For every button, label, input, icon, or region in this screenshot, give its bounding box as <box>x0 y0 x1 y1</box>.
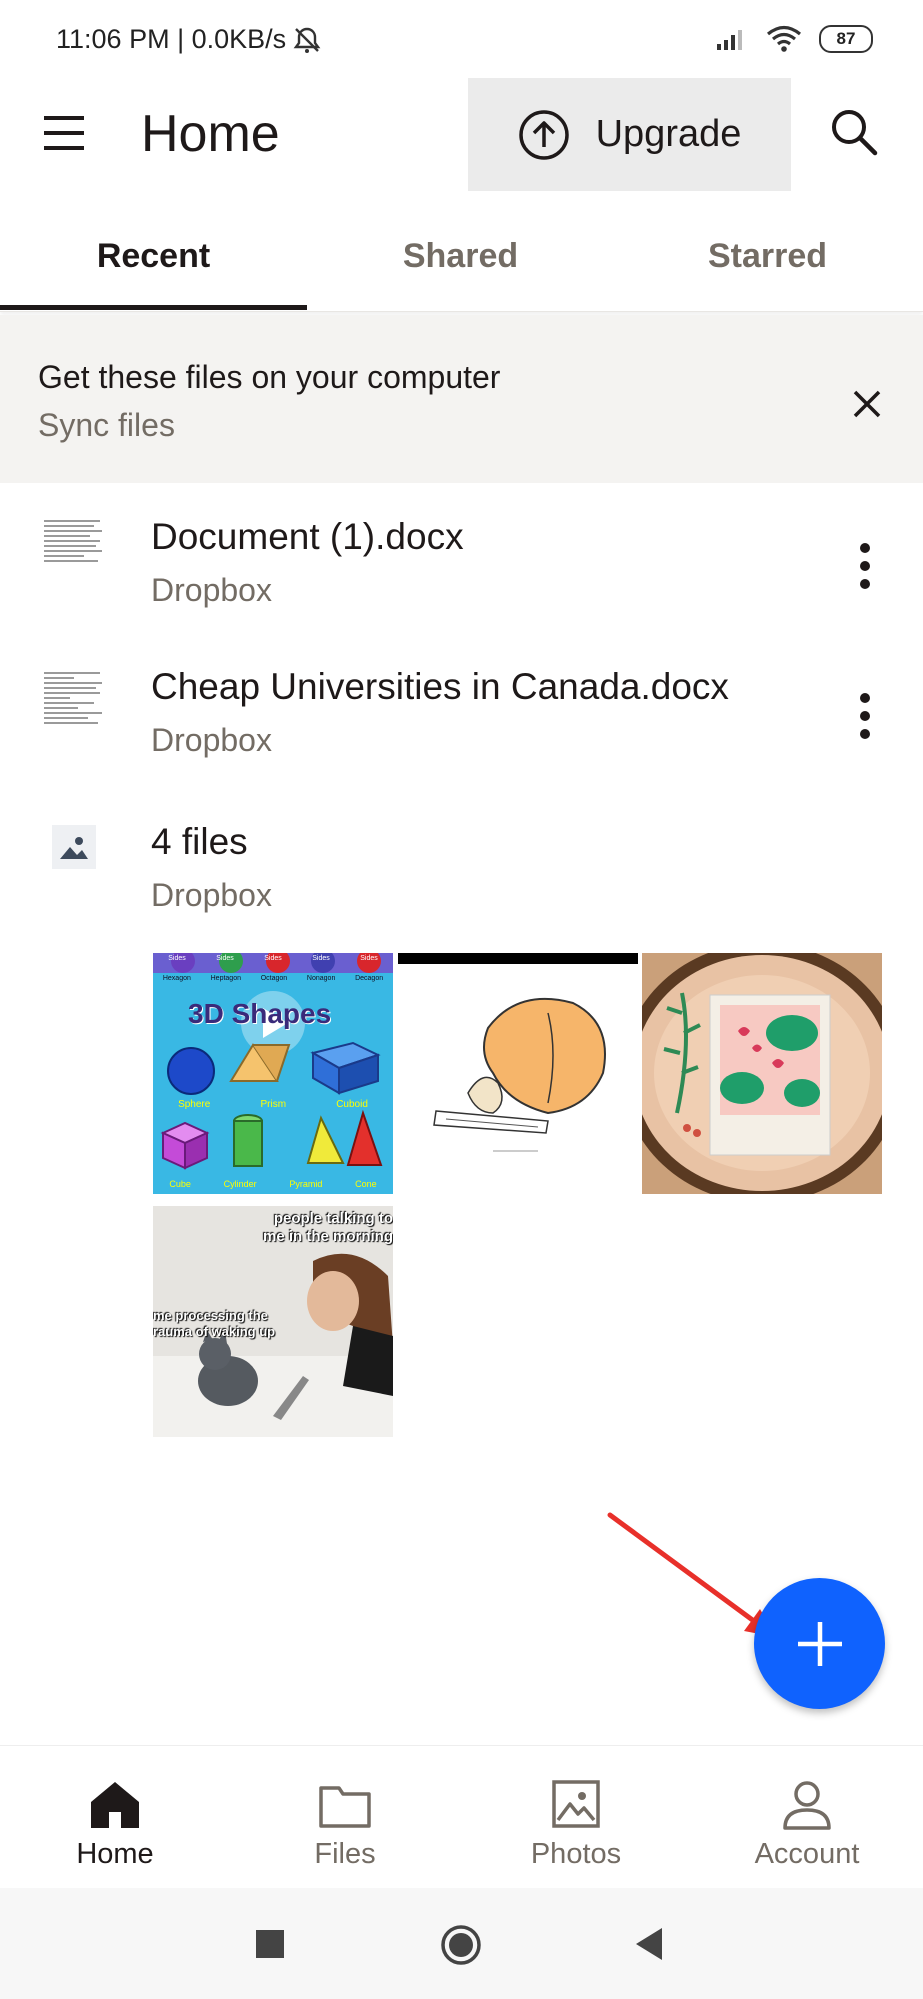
nav-label: Photos <box>530 1838 622 1870</box>
status-icons: 87 <box>715 24 873 54</box>
shape-header: Sides <box>264 955 282 962</box>
home-icon <box>91 1782 139 1828</box>
shapes-row2-labels: Cube Cylinder Pyramid Cone <box>153 1179 393 1189</box>
shape-label: Cuboid <box>336 1099 368 1110</box>
shape-header: Sides <box>360 955 378 962</box>
hamburger-icon <box>44 116 84 150</box>
nav-home[interactable]: Home <box>0 1746 230 1889</box>
upload-circle-icon <box>518 109 569 160</box>
tab-bar: Recent Shared Starred <box>0 225 923 312</box>
docx-thumbnail <box>44 672 104 742</box>
shape-label: Cube <box>169 1179 191 1189</box>
file-name: Document (1).docx <box>151 516 464 557</box>
create-fab-button[interactable] <box>754 1578 885 1709</box>
shape-label: Prism <box>260 1099 287 1110</box>
shape-label: Cylinder <box>223 1179 257 1189</box>
file-row[interactable]: Cheap Universities in Canada.docx Dropbo… <box>0 640 923 780</box>
painting-illustration <box>642 953 882 1194</box>
image-icon <box>52 825 96 869</box>
shape-header: Sides <box>168 955 186 962</box>
plus-icon <box>797 1621 842 1666</box>
back-triangle-icon <box>636 1928 662 1960</box>
banner-close-button[interactable] <box>845 382 889 426</box>
fortune-cookie-drawing <box>398 953 638 1152</box>
shape-label: Nonagon <box>306 975 336 982</box>
more-vertical-icon <box>860 693 870 739</box>
bottom-navigation: Home Files Photos Account <box>0 1745 923 1889</box>
file-location: Dropbox <box>151 572 272 608</box>
folder-icon <box>319 1786 371 1828</box>
shapes-row1-labels: Sphere Prism Cuboid <box>153 1099 393 1110</box>
photos-icon <box>552 1780 600 1828</box>
nav-label: Account <box>754 1838 860 1870</box>
shape-header: Sides <box>216 955 234 962</box>
shape-label: Heptagon <box>210 975 241 982</box>
docx-thumbnail <box>44 520 104 590</box>
signal-icon <box>717 30 742 50</box>
wifi-icon <box>766 25 802 52</box>
photo-thumbnail-meme[interactable]: people talking to me in the morning me p… <box>153 1206 393 1437</box>
recent-apps-button[interactable] <box>256 1930 284 1958</box>
page-title: Home <box>141 105 280 163</box>
muted-bell-icon <box>293 27 321 53</box>
battery-indicator: 87 <box>819 25 873 53</box>
upgrade-button[interactable]: Upgrade <box>468 78 791 191</box>
file-group-row[interactable]: 4 files Dropbox <box>0 795 923 935</box>
tab-recent[interactable]: Recent <box>0 237 307 276</box>
nav-files[interactable]: Files <box>230 1746 460 1889</box>
home-circle-icon <box>441 1925 481 1965</box>
status-time-text: 11:06 PM | 0.0KB/s <box>56 24 287 54</box>
photo-thumbnail-painting[interactable] <box>642 953 882 1194</box>
shape-label: Pyramid <box>289 1179 323 1189</box>
status-bar: 11:06 PM | 0.0KB/s 87 <box>0 0 923 80</box>
system-navigation-bar <box>0 1888 923 1999</box>
app-bar: Home Upgrade <box>0 78 923 191</box>
file-name: Cheap Universities in Canada.docx <box>151 666 729 707</box>
home-system-button[interactable] <box>440 1924 482 1966</box>
status-time: 11:06 PM | 0.0KB/s <box>56 24 322 55</box>
shape-label: Cone <box>355 1179 377 1189</box>
shape-label: Octagon <box>260 975 288 982</box>
account-icon <box>783 1781 831 1830</box>
search-button[interactable] <box>828 106 880 158</box>
upgrade-label: Upgrade <box>595 113 742 155</box>
active-tab-indicator <box>0 305 307 310</box>
shapes-illustration <box>153 953 393 1194</box>
photo-thumbnail-3d-shapes[interactable]: 3D Shapes Hexagon Heptagon Octagon Nonag… <box>153 953 393 1194</box>
shape-label: Sphere <box>178 1099 211 1110</box>
nav-account[interactable]: Account <box>692 1746 922 1889</box>
file-row[interactable]: Document (1).docx Dropbox <box>0 490 923 630</box>
nav-label: Home <box>76 1838 154 1870</box>
shape-label: Decagon <box>355 975 384 982</box>
file-location: Dropbox <box>151 877 272 913</box>
shape-label: Hexagon <box>162 975 191 982</box>
tab-shared[interactable]: Shared <box>307 237 614 276</box>
close-icon <box>853 390 881 418</box>
more-options-button[interactable] <box>846 536 884 596</box>
shapes-title: 3D Shapes <box>188 998 332 1029</box>
nav-label: Files <box>314 1838 376 1870</box>
menu-button[interactable] <box>40 108 90 158</box>
banner-title: Get these files on your computer <box>38 359 501 395</box>
sync-banner[interactable]: Get these files on your computer Sync fi… <box>0 315 923 483</box>
back-button[interactable] <box>634 1926 664 1962</box>
more-options-button[interactable] <box>846 686 884 746</box>
shape-header: Sides <box>312 955 330 962</box>
meme-side-text: me processing the rauma of waking up <box>153 1308 276 1339</box>
more-vertical-icon <box>860 543 870 589</box>
tab-starred[interactable]: Starred <box>614 237 921 276</box>
file-location: Dropbox <box>151 722 272 758</box>
file-name: 4 files <box>151 821 248 862</box>
meme-top-text: people talking to me in the morning <box>262 1210 393 1245</box>
sync-files-link[interactable]: Sync files <box>38 407 175 444</box>
shapes-header-labels: Sides Sides Sides Sides Sides <box>153 955 393 962</box>
photo-thumbnail-fortune-cookie[interactable] <box>398 953 638 1194</box>
search-icon <box>832 110 878 156</box>
nav-photos[interactable]: Photos <box>461 1746 691 1889</box>
shapes-top-labels: Hexagon Heptagon Octagon Nonagon Decagon <box>153 975 393 982</box>
